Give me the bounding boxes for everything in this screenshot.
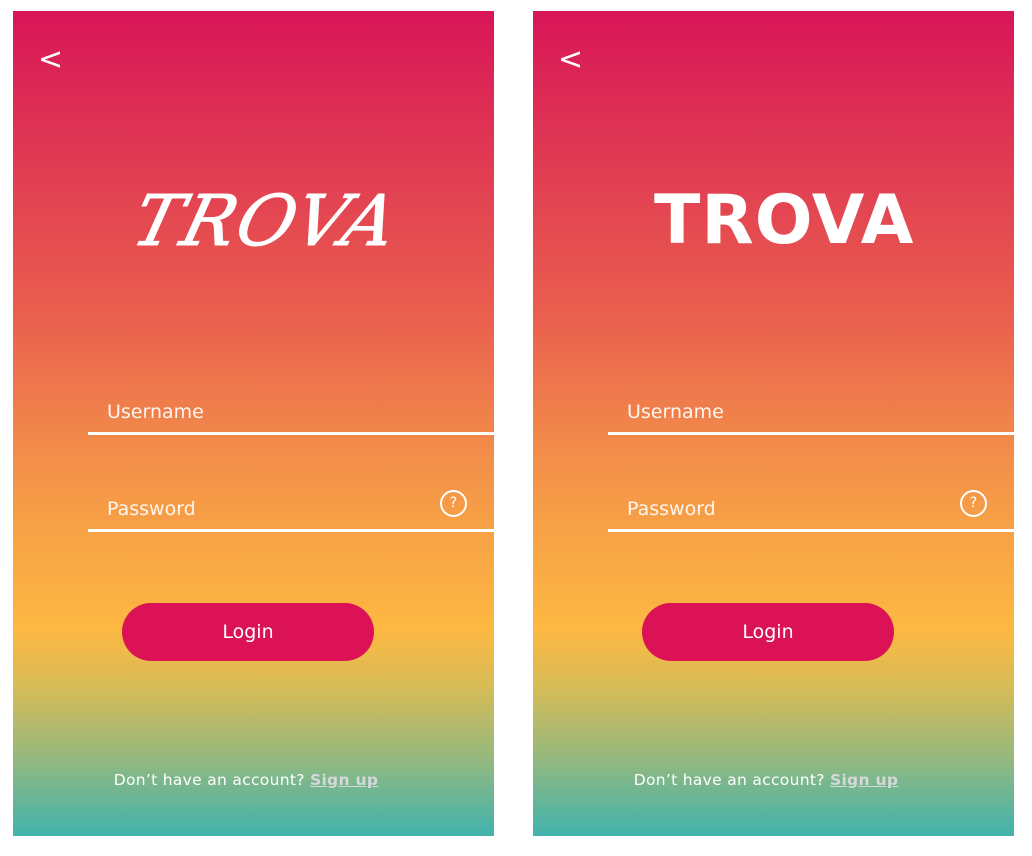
trova-logo: TROVA (654, 181, 915, 260)
login-screen-script-logo: < TROVA ? Login Don’t have an account? S… (13, 11, 494, 836)
username-field (88, 391, 494, 435)
sign-up-link[interactable]: Sign up (310, 771, 378, 789)
sign-up-link[interactable]: Sign up (830, 771, 898, 789)
username-input[interactable] (107, 397, 427, 427)
signup-prompt: Don’t have an account? Sign up (13, 771, 479, 789)
back-button[interactable]: < (38, 45, 63, 75)
password-input[interactable] (107, 494, 427, 524)
username-field (608, 391, 1014, 435)
login-button[interactable]: Login (642, 603, 894, 661)
login-button[interactable]: Login (122, 603, 374, 661)
trova-logo: TROVA (124, 180, 408, 263)
signup-prompt-text: Don’t have an account? (113, 771, 305, 789)
password-field: ? (608, 488, 1014, 532)
question-mark-icon[interactable]: ? (440, 490, 467, 517)
signup-prompt-text: Don’t have an account? (633, 771, 825, 789)
password-field: ? (88, 488, 494, 532)
back-button[interactable]: < (558, 45, 583, 75)
login-screen-bold-logo: < TROVA ? Login Don’t have an account? S… (533, 11, 1014, 836)
password-input[interactable] (627, 494, 947, 524)
signup-prompt: Don’t have an account? Sign up (533, 771, 999, 789)
question-mark-icon[interactable]: ? (960, 490, 987, 517)
username-input[interactable] (627, 397, 947, 427)
